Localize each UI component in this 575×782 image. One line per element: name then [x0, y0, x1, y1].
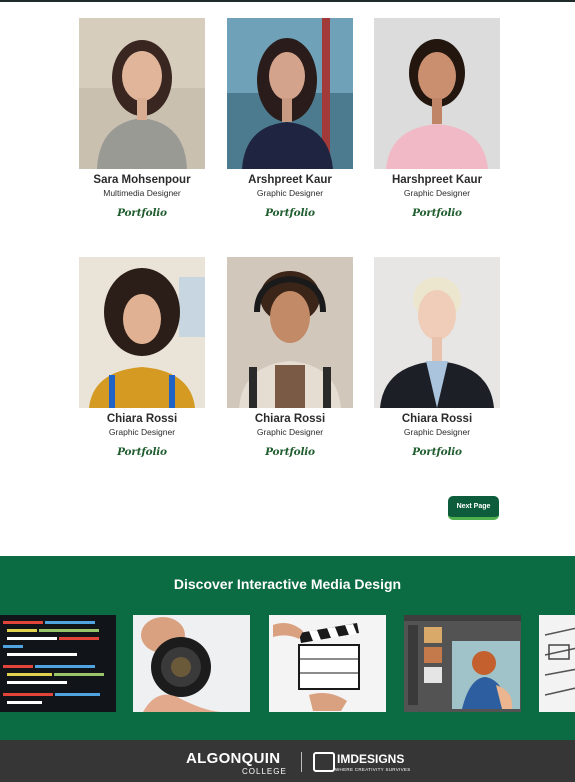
team-role: Graphic Designer — [403, 188, 471, 198]
top-border — [0, 0, 575, 2]
team-photo — [374, 257, 500, 408]
footer: ALGONQUIN COLLEGE IMDESIGNS WHERE CREATI… — [0, 740, 575, 782]
team-name: Arshpreet Kaur — [248, 174, 332, 186]
team-name: Chiara Rossi — [106, 413, 178, 425]
team-role: Graphic Designer — [108, 427, 176, 437]
sketch-image[interactable] — [539, 615, 575, 712]
team-card: Harshpreet Kaur Graphic Designer Portfol… — [374, 18, 500, 221]
portfolio-link[interactable]: Portfolio — [265, 207, 315, 219]
team-photo — [374, 18, 500, 169]
portfolio-link[interactable]: Portfolio — [265, 446, 315, 458]
camera-image[interactable] — [133, 615, 250, 712]
college-logo-sub: COLLEGE — [242, 767, 287, 776]
imdesigns-logo-icon — [313, 752, 335, 772]
discover-section: Discover Interactive Media Design — [0, 556, 575, 740]
next-page-button[interactable]: Next Page — [448, 496, 499, 520]
team-role: Graphic Designer — [256, 188, 324, 198]
portfolio-link[interactable]: Portfolio — [412, 207, 462, 219]
team-role: Graphic Designer — [256, 427, 324, 437]
discover-title: Discover Interactive Media Design — [173, 576, 402, 592]
photoshop-image[interactable] — [404, 615, 521, 712]
college-logo[interactable]: ALGONQUIN — [186, 751, 280, 766]
team-role: Graphic Designer — [403, 427, 471, 437]
team-card: Chiara Rossi Graphic Designer Portfolio — [79, 257, 205, 460]
footer-divider — [301, 752, 302, 772]
team-name: Chiara Rossi — [401, 413, 473, 425]
code-screen-image[interactable] — [0, 615, 116, 712]
portfolio-link[interactable]: Portfolio — [117, 207, 167, 219]
team-card: Sara Mohsenpour Multimedia Designer Port… — [79, 18, 205, 221]
team-photo — [79, 18, 205, 169]
team-photo — [227, 18, 353, 169]
team-photo — [227, 257, 353, 408]
imdesigns-logo[interactable]: IMDESIGNS — [337, 752, 404, 766]
team-name: Harshpreet Kaur — [391, 174, 483, 186]
portfolio-link[interactable]: Portfolio — [412, 446, 462, 458]
imdesigns-tagline: WHERE CREATIVITY SURVIVES — [335, 767, 411, 772]
team-card: Arshpreet Kaur Graphic Designer Portfoli… — [227, 18, 353, 221]
team-card: Chiara Rossi Graphic Designer Portfolio — [227, 257, 353, 460]
team-role: Multimedia Designer — [103, 188, 181, 198]
team-card: Chiara Rossi Graphic Designer Portfolio — [374, 257, 500, 460]
team-name: Chiara Rossi — [254, 413, 326, 425]
portfolio-link[interactable]: Portfolio — [117, 446, 167, 458]
team-name: Sara Mohsenpour — [93, 174, 191, 186]
team-photo — [79, 257, 205, 408]
clapperboard-image[interactable] — [269, 615, 386, 712]
